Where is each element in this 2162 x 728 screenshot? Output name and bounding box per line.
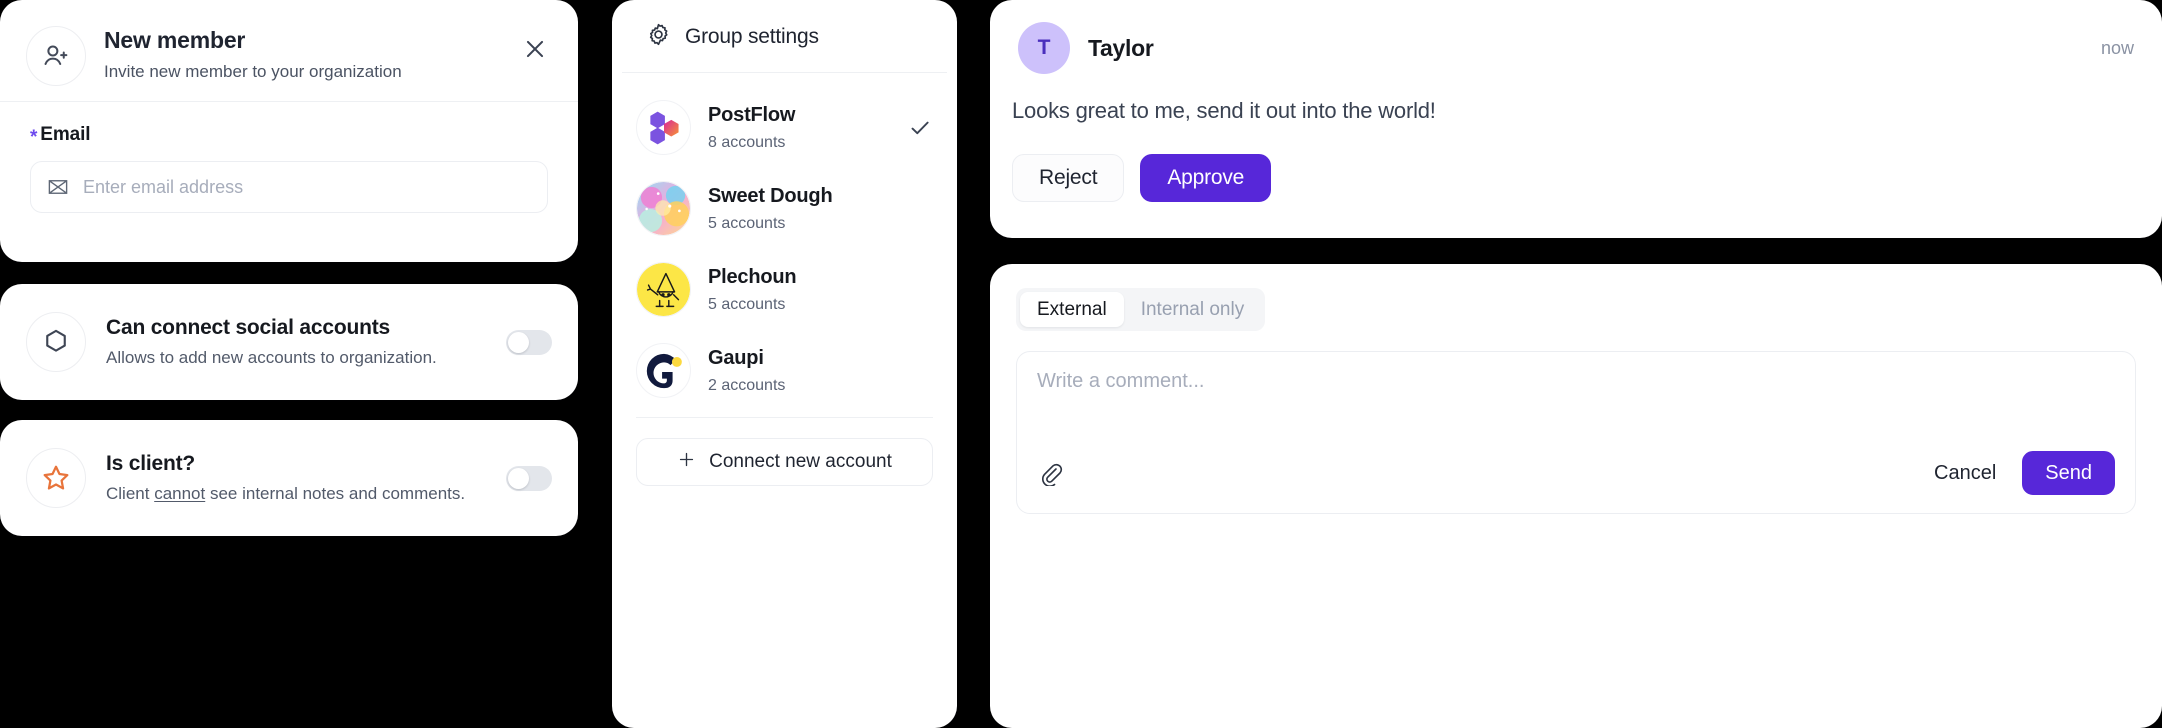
new-member-text-block: New member Invite new member to your org… [104, 26, 518, 83]
required-marker: * [30, 127, 38, 148]
comment-input-box[interactable]: Write a comment... Cancel Send [1016, 351, 2136, 514]
group-settings-card: Group settings PostFlow 8 accounts Sweet… [612, 0, 957, 728]
plus-icon [677, 450, 696, 475]
is-client-subtitle-emphasis: cannot [154, 484, 206, 503]
social-toggle-title: Can connect social accounts [106, 316, 391, 339]
can-connect-social-accounts-card: Can connect social accounts Allows to ad… [0, 284, 578, 400]
social-toggle-switch[interactable] [506, 329, 552, 355]
check-icon [907, 116, 933, 140]
is-client-text-block: Is client? Client cannot see internal no… [106, 452, 506, 504]
star-icon [26, 448, 86, 508]
comment-visibility-tabs: External Internal only [1016, 288, 1266, 331]
new-member-body: * Email [0, 102, 578, 213]
reject-button[interactable]: Reject [1012, 154, 1125, 202]
approve-button[interactable]: Approve [1140, 154, 1272, 202]
comment-actions: Cancel Send [1930, 451, 2115, 495]
plechoun-mascot-icon [636, 262, 691, 317]
account-name: Sweet Dough [708, 184, 833, 207]
tab-external[interactable]: External [1020, 292, 1124, 327]
account-count: 5 accounts [708, 295, 786, 313]
new-member-card: New member Invite new member to your org… [0, 0, 578, 262]
email-label-text: Email [40, 124, 91, 145]
close-icon[interactable] [518, 32, 552, 66]
email-label: * Email [30, 124, 548, 148]
comment-placeholder: Write a comment... [1037, 370, 1205, 392]
approval-header: T Taylor now [990, 0, 2162, 74]
social-toggle-subtitle: Allows to add new accounts to organizati… [106, 348, 437, 367]
account-name: Gaupi [708, 346, 764, 369]
gaupi-logo-icon [636, 343, 691, 398]
screenshot-stage: New member Invite new member to your org… [0, 0, 2162, 728]
is-client-title: Is client? [106, 452, 196, 475]
group-settings-footer: Connect new account [636, 417, 933, 486]
new-member-header: New member Invite new member to your org… [0, 0, 578, 102]
connect-new-account-label: Connect new account [709, 451, 892, 472]
is-client-switch[interactable] [506, 465, 552, 491]
list-item-meta: Sweet Dough 5 accounts [708, 185, 907, 233]
postflow-logo-icon [636, 100, 691, 155]
list-item[interactable]: Sweet Dough 5 accounts [636, 168, 933, 249]
is-client-subtitle-after: see internal notes and comments. [205, 484, 466, 503]
hexagon-icon [26, 312, 86, 372]
is-client-card: Is client? Client cannot see internal no… [0, 420, 578, 536]
approval-card: T Taylor now Looks great to me, send it … [990, 0, 2162, 238]
is-client-toggle-row: Is client? Client cannot see internal no… [0, 420, 578, 536]
account-count: 5 accounts [708, 214, 786, 232]
email-field[interactable] [83, 176, 531, 198]
send-button[interactable]: Send [2022, 451, 2115, 495]
account-count: 8 accounts [708, 133, 786, 151]
comment-toolbar: Cancel Send [1037, 451, 2115, 495]
gear-icon [646, 22, 671, 52]
group-settings-header: Group settings [622, 0, 947, 73]
approval-timestamp: now [2100, 37, 2134, 58]
social-toggle-row: Can connect social accounts Allows to ad… [0, 284, 578, 400]
group-account-list: PostFlow 8 accounts Sweet Dough 5 accoun… [612, 73, 957, 417]
cancel-button[interactable]: Cancel [1930, 451, 2000, 495]
is-client-subtitle-before: Client [106, 484, 155, 503]
comment-inner: External Internal only Write a comment..… [990, 264, 2162, 514]
avatar: T [1018, 22, 1070, 74]
list-item-meta: Gaupi 2 accounts [708, 347, 907, 395]
approval-author: Taylor [1088, 34, 1154, 61]
envelope-icon [47, 176, 69, 198]
account-name: PostFlow [708, 103, 796, 126]
tab-internal-only[interactable]: Internal only [1124, 292, 1262, 327]
list-item[interactable]: PostFlow 8 accounts [636, 87, 933, 168]
account-name: Plechoun [708, 265, 797, 288]
new-member-subtitle: Invite new member to your organization [104, 62, 402, 82]
list-item[interactable]: Plechoun 5 accounts [636, 249, 933, 330]
paperclip-icon[interactable] [1037, 460, 1063, 486]
account-count: 2 accounts [708, 376, 786, 394]
email-input-wrapper[interactable] [30, 161, 548, 213]
list-item-meta: PostFlow 8 accounts [708, 104, 907, 152]
approval-message: Looks great to me, send it out into the … [1012, 98, 1436, 123]
social-toggle-text-block: Can connect social accounts Allows to ad… [106, 316, 506, 368]
is-client-subtitle: Client cannot see internal notes and com… [106, 484, 506, 504]
group-settings-title: Group settings [685, 25, 819, 48]
list-item[interactable]: Gaupi 2 accounts [636, 330, 933, 411]
page-title: New member [104, 27, 246, 53]
comment-card: External Internal only Write a comment..… [990, 264, 2162, 728]
user-plus-icon [26, 26, 86, 86]
sweetdough-photo-icon [636, 181, 691, 236]
list-item-meta: Plechoun 5 accounts [708, 266, 907, 314]
approval-actions: Reject Approve [990, 124, 2162, 202]
connect-new-account-button[interactable]: Connect new account [636, 438, 933, 486]
